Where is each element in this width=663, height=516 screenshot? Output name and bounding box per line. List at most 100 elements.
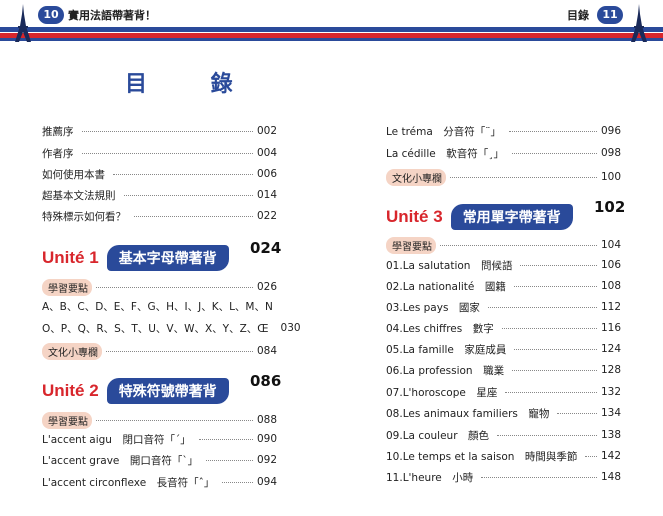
dot-leader [96, 286, 253, 288]
toc-entry[interactable]: A、B、C、D、E、F、G、H、I、J、K、L、M、N [42, 298, 277, 314]
dot-leader [509, 130, 597, 132]
dot-leader [511, 152, 597, 154]
toc-entry[interactable]: 學習要點 104 [386, 236, 621, 254]
unit3-page: 102 [594, 198, 626, 216]
toc-entry-label: 05.La famille 家庭成員 [386, 343, 507, 356]
toc-entry[interactable]: 02.La nationalité 國籍 108 [386, 278, 621, 294]
toc-entry-page: 104 [600, 239, 621, 251]
dot-leader [481, 476, 597, 478]
toc-entry-page: 006 [256, 168, 277, 180]
toc-entry[interactable]: 推薦序 002 [42, 123, 277, 139]
toc-entry[interactable]: 07.L'horoscope 星座 132 [386, 384, 621, 400]
dot-leader [222, 481, 253, 483]
toc-entry[interactable]: Le tréma 分音符「¨」 096 [386, 123, 621, 139]
toc-entry[interactable]: 08.Les animaux familiers 寵物 134 [386, 405, 621, 421]
toc-entry-label: La cédille 軟音符「¸」 [386, 147, 504, 160]
toc-entry-page: 004 [256, 147, 277, 159]
toc-entry-label: 07.L'horoscope 星座 [386, 386, 498, 399]
toc-entry[interactable]: O、P、Q、R、S、T、U、V、W、X、Y、Z、Œ 030 [42, 320, 301, 336]
unit3-french-title: Unité 3 [386, 207, 443, 226]
toc-entry-label: 06.La profession 職業 [386, 364, 505, 377]
toc-entry-page: 098 [600, 147, 621, 159]
toc-entry-page: 106 [600, 259, 621, 271]
toc-entry-page: 124 [600, 343, 621, 355]
unit2-page: 086 [250, 372, 282, 390]
toc-entry-label: A、B、C、D、E、F、G、H、I、J、K、L、M、N [42, 300, 273, 313]
toc-entry-label: 如何使用本書 [42, 168, 105, 181]
toc-entry[interactable]: La cédille 軟音符「¸」 098 [386, 145, 621, 161]
toc-entry-label: 特殊標示如何看？ [42, 210, 126, 223]
dot-leader [113, 173, 253, 175]
toc-entry[interactable]: 文化小專欄 100 [386, 168, 621, 186]
toc-entry-label: 03.Les pays 國家 [386, 301, 480, 314]
toc-entry[interactable]: 01.La salutation 問候語 106 [386, 257, 621, 273]
unit3-heading[interactable]: Unité 3 常用單字帶著背 [386, 204, 573, 230]
dot-leader [487, 306, 597, 308]
toc-entry-label: 04.Les chiffres 數字 [386, 322, 494, 335]
toc-entry[interactable]: 05.La famille 家庭成員 124 [386, 341, 621, 357]
dot-leader [440, 244, 597, 246]
toc-entry[interactable]: L'accent aigu 閉口音符「ˊ」 090 [42, 431, 277, 447]
dot-leader [198, 438, 253, 440]
dot-leader [81, 152, 253, 154]
right-page-number: 11 [597, 6, 623, 24]
dot-leader [505, 391, 597, 393]
toc-entry-page: 084 [256, 345, 277, 357]
unit2-heading[interactable]: Unité 2 特殊符號帶著背 [42, 378, 229, 404]
toc-entry[interactable]: 超基本文法規則 014 [42, 187, 277, 203]
toc-entry[interactable]: 學習要點 088 [42, 411, 277, 429]
toc-entry-page: 090 [256, 433, 277, 445]
toc-entry-label: 推薦序 [42, 125, 74, 138]
eiffel-tower-icon [631, 4, 647, 42]
toc-entry[interactable]: L'accent grave 開口音符「ˋ」 092 [42, 452, 277, 468]
toc-entry-page: 002 [256, 125, 277, 137]
toc-entry[interactable]: 03.Les pays 國家 112 [386, 299, 621, 315]
dot-leader [513, 285, 597, 287]
toc-entry-page: 116 [600, 322, 621, 334]
toc-entry-label: O、P、Q、R、S、T、U、V、W、X、Y、Z、Œ [42, 322, 269, 335]
toc-entry-label: 學習要點 [42, 411, 92, 429]
toc-entry-page: 022 [256, 210, 277, 222]
toc-entry-page: 026 [256, 281, 277, 293]
toc-entry-page: 142 [600, 450, 621, 462]
toc-entry[interactable]: 09.La couleur 顏色 138 [386, 427, 621, 443]
left-page-number: 10 [38, 6, 64, 24]
dot-leader [514, 348, 597, 350]
dot-leader [520, 264, 597, 266]
dot-leader [501, 327, 597, 329]
dot-leader [585, 455, 597, 457]
dot-leader [512, 369, 597, 371]
toc-entry-page: 128 [600, 364, 621, 376]
toc-entry[interactable]: 04.Les chiffres 數字 116 [386, 320, 621, 336]
toc-entry-label: 學習要點 [42, 278, 92, 296]
toc-entry[interactable]: 特殊標示如何看？ 022 [42, 208, 277, 224]
toc-entry-label: 11.L'heure 小時 [386, 471, 474, 484]
toc-entry-label: 01.La salutation 問候語 [386, 259, 513, 272]
dot-leader [497, 434, 597, 436]
toc-entry[interactable]: 作者序 004 [42, 145, 277, 161]
dot-leader [206, 459, 253, 461]
toc-entry[interactable]: 06.La profession 職業 128 [386, 362, 621, 378]
eiffel-tower-icon [15, 4, 31, 42]
unit1-heading[interactable]: Unité 1 基本字母帶著背 [42, 245, 229, 271]
dot-leader [134, 215, 253, 217]
dot-leader [106, 350, 253, 352]
toc-entry[interactable]: L'accent circonflexe 長音符「ˆ」 094 [42, 474, 277, 490]
toc-entry[interactable]: 11.L'heure 小時 148 [386, 469, 621, 485]
right-header-title: 目錄 [567, 9, 589, 22]
toc-entry-page: 148 [600, 471, 621, 483]
toc-entry[interactable]: 學習要點 026 [42, 278, 277, 296]
unit2-french-title: Unité 2 [42, 381, 99, 400]
toc-entry-page: 134 [600, 407, 621, 419]
toc-entry[interactable]: 如何使用本書 006 [42, 166, 277, 182]
dot-leader [96, 419, 253, 421]
toc-entry-label: L'accent aigu 閉口音符「ˊ」 [42, 433, 191, 446]
dot-leader [123, 194, 253, 196]
toc-entry-page: 094 [256, 476, 277, 488]
toc-entry-page: 092 [256, 454, 277, 466]
toc-entry-label: L'accent circonflexe 長音符「ˆ」 [42, 476, 215, 489]
toc-entry-page: 132 [600, 386, 621, 398]
toc-entry[interactable]: 文化小專欄 084 [42, 342, 277, 360]
toc-entry-label: 作者序 [42, 147, 74, 160]
toc-entry[interactable]: 10.Le temps et la saison 時間與季節 142 [386, 448, 621, 464]
